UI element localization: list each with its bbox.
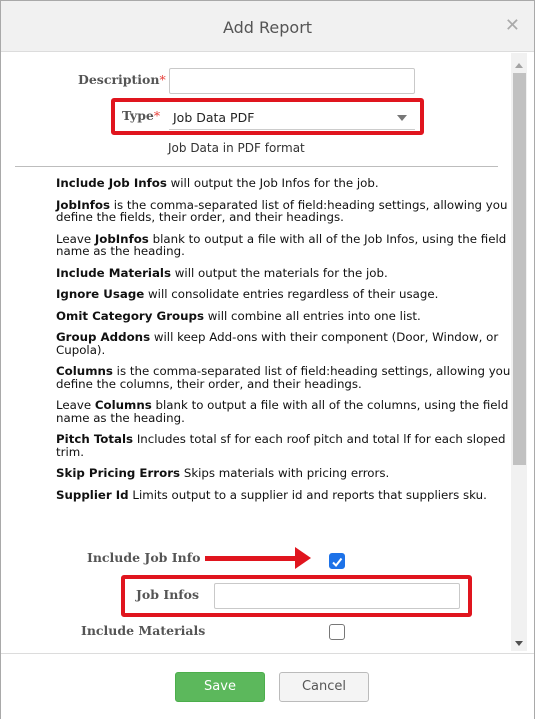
annotation-arrow-head xyxy=(295,547,311,569)
include-job-info-checkbox[interactable] xyxy=(329,553,345,569)
help-description: will combine all entries into one list. xyxy=(204,308,421,323)
help-description: will output the materials for the job. xyxy=(171,265,388,280)
help-paragraph: Include Materials will output the materi… xyxy=(56,265,511,280)
include-materials-checkbox[interactable] xyxy=(329,624,345,640)
scrollbar[interactable] xyxy=(511,53,527,651)
dialog-content: Description* Type* Job Data PDF Job Data… xyxy=(11,53,511,651)
help-paragraph: Pitch Totals Includes total sf for each … xyxy=(56,433,511,458)
scroll-down-arrow-icon[interactable] xyxy=(515,641,523,646)
checkmark-icon xyxy=(332,557,343,568)
help-paragraph: Leave JobInfos blank to output a file wi… xyxy=(56,232,511,258)
scroll-up-arrow-icon[interactable] xyxy=(515,63,523,68)
required-mark: * xyxy=(159,72,166,87)
help-term: Ignore Usage xyxy=(56,287,145,301)
help-term: Include Job Infos xyxy=(56,176,167,190)
description-input[interactable] xyxy=(169,68,415,94)
dialog-titlebar: Add Report ✕ xyxy=(1,1,534,52)
help-paragraph: Supplier Id Limits output to a supplier … xyxy=(56,487,511,502)
help-term: Skip Pricing Errors xyxy=(56,466,181,480)
dialog-footer: Save Cancel xyxy=(1,653,534,720)
add-report-dialog: Add Report ✕ Description* Type* Job Data… xyxy=(0,0,535,720)
include-materials-label: Include Materials xyxy=(81,623,206,638)
save-button[interactable]: Save xyxy=(175,672,265,702)
help-text: Include Job Infos will output the Job In… xyxy=(56,177,511,510)
close-icon[interactable]: ✕ xyxy=(505,15,520,36)
help-paragraph: Omit Category Groups will combine all en… xyxy=(56,308,511,323)
help-paragraph: Leave Columns blank to output a file wit… xyxy=(56,399,511,424)
help-description: is the comma-separated list of field:hea… xyxy=(56,197,511,224)
help-paragraph: Include Job Infos will output the Job In… xyxy=(56,177,511,190)
divider xyxy=(15,166,498,167)
description-label: Description* xyxy=(78,72,166,87)
help-description: will output the Job Infos for the job. xyxy=(166,176,379,190)
type-description: Job Data in PDF format xyxy=(168,141,305,155)
help-paragraph: Columns is the comma-separated list of f… xyxy=(56,365,511,390)
help-paragraph: Ignore Usage will consolidate entries re… xyxy=(56,288,511,301)
help-description: Skips materials with pricing errors. xyxy=(180,466,390,480)
include-job-info-label: Include Job Info xyxy=(87,550,201,565)
cancel-button[interactable]: Cancel xyxy=(279,672,369,702)
job-infos-highlight-box xyxy=(121,575,472,617)
help-paragraph: Group Addons will keep Add-ons with thei… xyxy=(56,331,511,356)
help-description: Limits output to a supplier id and repor… xyxy=(128,487,487,502)
help-term: Supplier Id xyxy=(56,487,129,502)
help-term: Omit Category Groups xyxy=(56,308,205,323)
type-highlight-box xyxy=(111,98,424,135)
help-paragraph: JobInfos is the comma-separated list of … xyxy=(56,197,511,224)
help-term: Include Materials xyxy=(56,265,172,280)
help-paragraph: Skip Pricing Errors Skips materials with… xyxy=(56,467,511,480)
annotation-arrow xyxy=(205,556,297,561)
scrollbar-thumb[interactable] xyxy=(513,73,526,465)
dialog-title: Add Report xyxy=(222,18,313,37)
help-description: will consolidate entries regardless of t… xyxy=(144,287,439,301)
help-description: is the comma-separated list of field:hea… xyxy=(56,364,511,391)
